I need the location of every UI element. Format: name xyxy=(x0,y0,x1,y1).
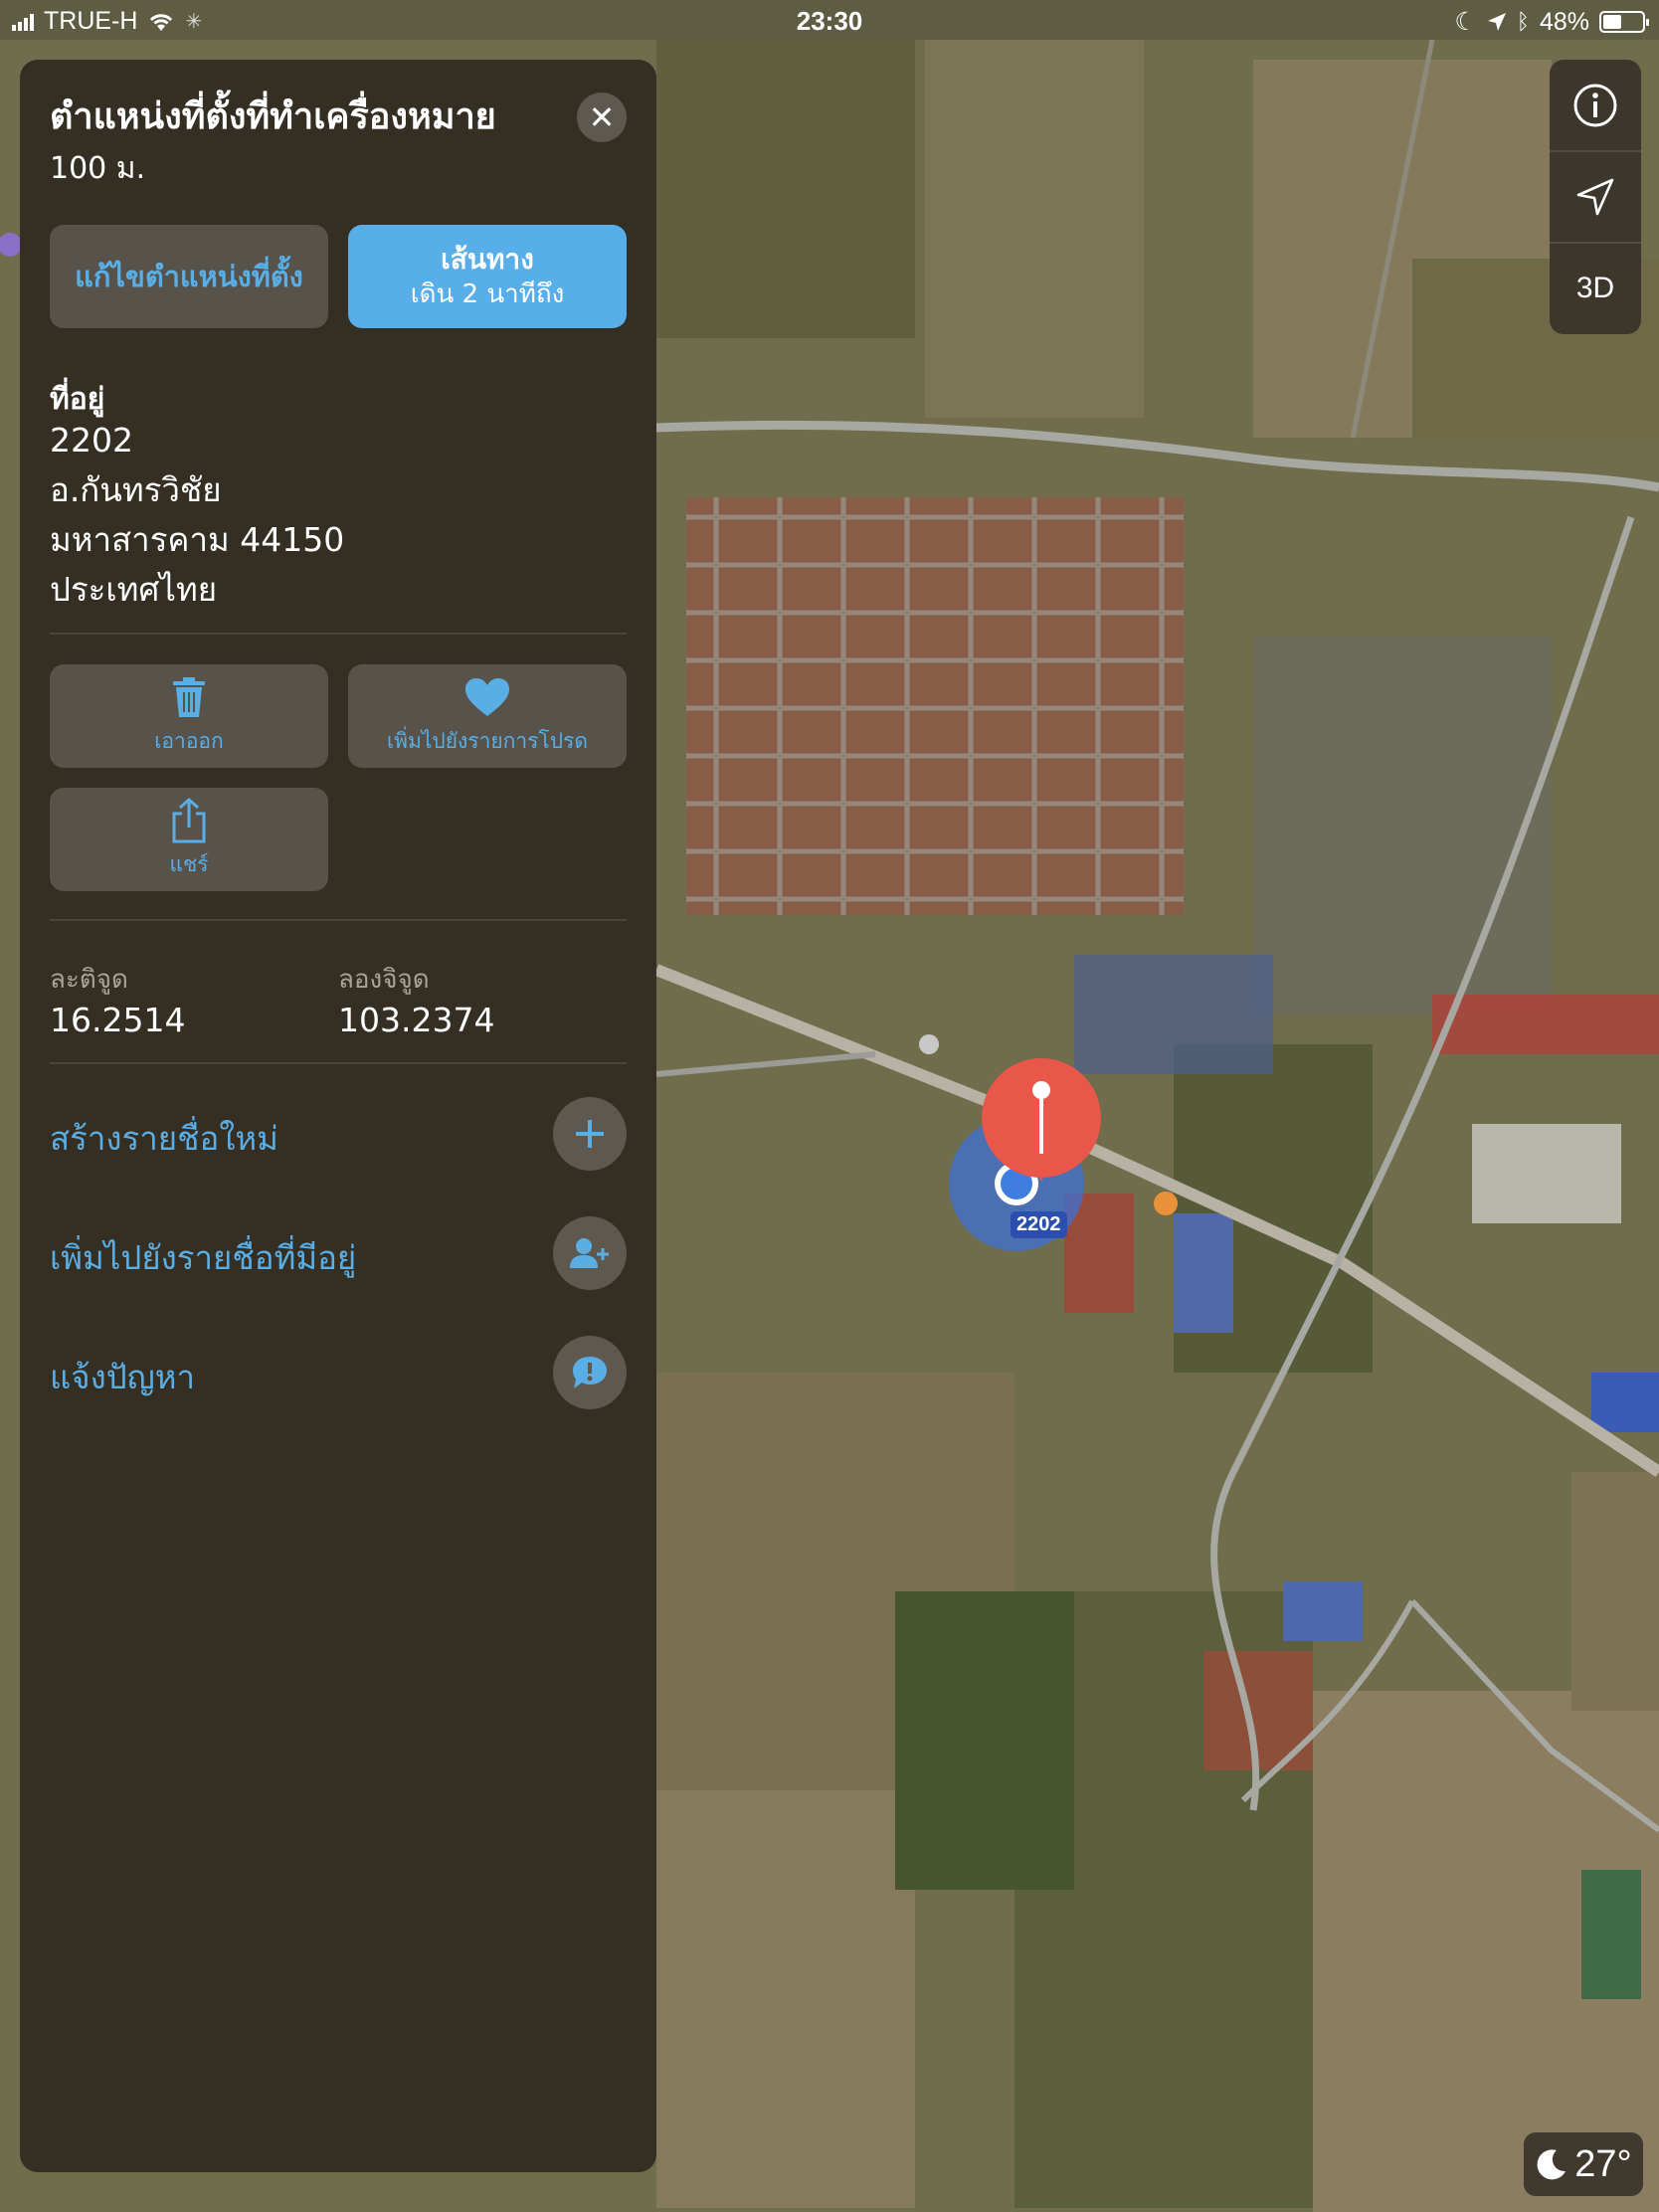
place-card: ตำแหน่งที่ตั้งที่ทำเครื่องหมาย 100 ม. ✕ … xyxy=(20,60,656,2172)
directions-label: เส้นทาง xyxy=(441,243,534,276)
location-arrow-icon xyxy=(1576,178,1614,216)
latitude-label: ละติจูด xyxy=(50,965,128,995)
directions-button[interactable]: เส้นทาง เดิน 2 นาทีถึง xyxy=(348,225,627,328)
plus-icon xyxy=(576,1120,604,1148)
close-button[interactable]: ✕ xyxy=(577,92,627,142)
status-bar: TRUE-H ✳ 23:30 ☾ ᛒ 48% xyxy=(0,0,1659,40)
remove-button[interactable]: เอาออก xyxy=(50,664,328,768)
battery-percentage: 48% xyxy=(1539,7,1589,36)
location-services-icon xyxy=(1487,13,1506,31)
exclamation-bubble-icon xyxy=(573,1357,607,1388)
add-to-existing-list-button[interactable] xyxy=(553,1216,627,1290)
current-location-button[interactable] xyxy=(1550,151,1641,243)
add-to-existing-list-link[interactable]: เพิ่มไปยังรายชื่อที่มีอยู่ xyxy=(50,1231,356,1284)
temperature: 27° xyxy=(1574,2142,1632,2185)
favorites-label: เพิ่มไปยังรายการโปรด xyxy=(386,728,588,753)
longitude-value: 103.2374 xyxy=(338,1001,495,1039)
report-issue-button[interactable] xyxy=(553,1336,627,1409)
divider xyxy=(50,919,627,921)
trash-icon xyxy=(173,676,205,717)
info-icon xyxy=(1573,84,1617,127)
add-person-icon xyxy=(570,1238,609,1268)
address-line: 2202 xyxy=(50,421,133,460)
add-to-favorites-button[interactable]: เพิ่มไปยังรายการโปรด xyxy=(348,664,627,768)
address-line: อ.กันทรวิชัย xyxy=(50,470,222,509)
report-issue-link[interactable]: แจ้งปัญหา xyxy=(50,1351,195,1403)
divider xyxy=(50,1062,627,1064)
share-label: แชร์ xyxy=(169,851,209,876)
weather-badge: 27° xyxy=(1524,2132,1643,2196)
create-new-list-link[interactable]: สร้างรายชื่อใหม่ xyxy=(50,1112,278,1165)
heart-icon xyxy=(465,677,509,716)
info-button[interactable] xyxy=(1550,60,1641,151)
address-line: มหาสารคาม 44150 xyxy=(50,520,345,559)
moon-icon xyxy=(1537,2149,1567,2180)
place-title: ตำแหน่งที่ตั้งที่ทำเครื่องหมาย xyxy=(50,96,496,137)
map-controls: 3D xyxy=(1550,60,1641,334)
latitude-value: 16.2514 xyxy=(50,1001,186,1039)
remove-label: เอาออก xyxy=(154,728,224,753)
bluetooth-icon: ᛒ xyxy=(1516,9,1530,34)
address-block: 2202 อ.กันทรวิชัย มหาสารคาม 44150 ประเทศ… xyxy=(50,416,344,615)
divider xyxy=(50,633,627,635)
create-new-list-button[interactable] xyxy=(553,1097,627,1171)
battery-icon xyxy=(1599,11,1649,33)
longitude-label: ลองจิจูด xyxy=(338,965,430,995)
edit-location-button[interactable]: แก้ไขตำแหน่งที่ตั้ง xyxy=(50,225,328,328)
clock: 23:30 xyxy=(796,6,863,36)
moon-icon: ☾ xyxy=(1454,8,1477,36)
3d-toggle-button[interactable]: 3D xyxy=(1550,243,1641,334)
map-pin-label: 2202 xyxy=(1011,1211,1067,1238)
address-line: ประเทศไทย xyxy=(50,570,218,609)
directions-eta: เดิน 2 นาทีถึง xyxy=(410,279,565,309)
place-distance: 100 ม. xyxy=(50,151,146,186)
share-button[interactable]: แชร์ xyxy=(50,788,328,891)
share-icon xyxy=(172,797,206,842)
